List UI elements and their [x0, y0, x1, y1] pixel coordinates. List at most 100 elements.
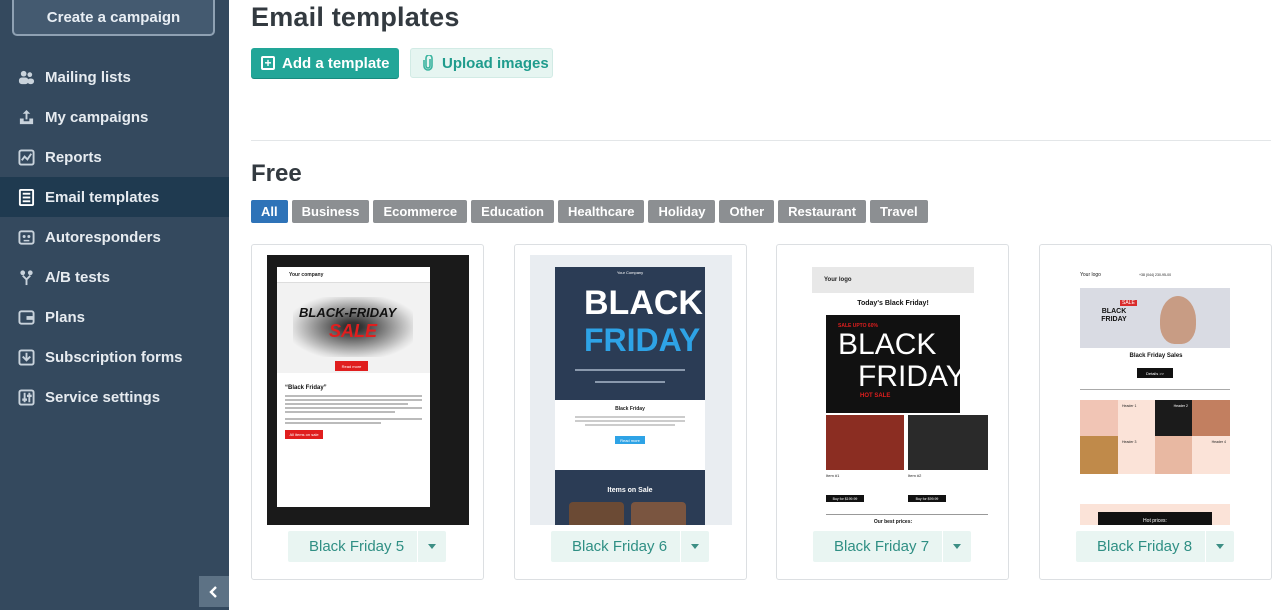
thumb-heading: Black Friday Sales	[1129, 353, 1183, 359]
thumb-hot: Hot prices:	[1098, 512, 1212, 525]
sidebar-item-label: Autoresponders	[45, 228, 161, 246]
thumb-subhead: “Black Friday”	[285, 385, 327, 391]
users-icon	[17, 68, 35, 86]
sidebar-item-label: Reports	[45, 148, 102, 166]
template-card: Your company BLACK-FRIDAY SALE Read more…	[251, 244, 484, 580]
thumb-header: Header 1	[1122, 404, 1137, 408]
chevron-down-icon[interactable]	[691, 544, 699, 549]
select-divider	[1205, 531, 1206, 562]
sidebar-item-email-templates[interactable]: Email templates	[0, 177, 229, 217]
sidebar-item-reports[interactable]: Reports	[0, 137, 229, 177]
form-icon	[17, 348, 35, 366]
plus-square-icon: +	[261, 56, 275, 70]
thumb-badge: BLACK FRIDAY	[1101, 308, 1127, 323]
filter-travel[interactable]: Travel	[870, 200, 928, 223]
thumb-badge: SALE	[1120, 300, 1137, 306]
thumb-buy: Buy for $199.99	[826, 495, 864, 502]
template-select[interactable]: Black Friday 5	[288, 531, 446, 562]
sidebar-item-my-campaigns[interactable]: My campaigns	[0, 97, 229, 137]
thumb-phone: +38 (044) 230-95-00	[1139, 273, 1172, 277]
template-name: Black Friday 6	[572, 538, 668, 555]
template-thumbnail[interactable]: Your company BLACK-FRIDAY SALE Read more…	[267, 255, 469, 525]
template-select[interactable]: Black Friday 8	[1076, 531, 1234, 562]
thumb-sale: SALE	[329, 321, 378, 341]
thumb-button: Read more	[335, 361, 368, 371]
sidebar-nav: Mailing lists My campaigns Reports Email…	[0, 57, 229, 417]
sidebar-item-subscription-forms[interactable]: Subscription forms	[0, 337, 229, 377]
select-divider	[942, 531, 943, 562]
thumb-header: Header 2	[1173, 404, 1188, 408]
create-campaign-button[interactable]: Create a campaign	[12, 0, 215, 36]
thumb-subhead: Black Friday	[615, 406, 645, 412]
send-icon	[17, 108, 35, 126]
filter-other[interactable]: Other	[719, 200, 775, 223]
sidebar-item-label: Email templates	[45, 188, 160, 206]
select-divider	[417, 531, 418, 562]
thumb-word2: FRIDAY	[858, 360, 966, 393]
filter-ecommerce[interactable]: Ecommerce	[373, 200, 468, 223]
paperclip-icon	[422, 55, 434, 71]
sidebar-item-label: My campaigns	[45, 108, 149, 126]
sidebar-item-autoresponders[interactable]: Autoresponders	[0, 217, 229, 257]
thumb-header: Header 4	[1211, 440, 1226, 444]
chevron-down-icon[interactable]	[1216, 544, 1224, 549]
thumb-company: Your company	[277, 267, 430, 283]
thumb-heading: Today's Black Friday!	[857, 300, 929, 307]
thumb-section: Items on Sale	[607, 487, 653, 494]
select-divider	[680, 531, 681, 562]
sidebar-item-ab-tests[interactable]: A/B tests	[0, 257, 229, 297]
section-title: Free	[251, 160, 302, 187]
sidebar-item-service-settings[interactable]: Service settings	[0, 377, 229, 417]
thumb-headline: BLACK-FRIDAY	[299, 305, 397, 320]
thumb-header: Header 3	[1122, 440, 1137, 444]
filter-restaurant[interactable]: Restaurant	[778, 200, 867, 223]
filter-education[interactable]: Education	[471, 200, 554, 223]
page-title: Email templates	[251, 2, 460, 32]
split-icon	[17, 268, 35, 286]
sidebar-item-plans[interactable]: Plans	[0, 297, 229, 337]
template-thumbnail[interactable]: Your logo +38 (044) 230-95-00 SALE BLACK…	[1055, 255, 1257, 525]
template-card: Your logo Today's Black Friday! SALE UPT…	[776, 244, 1009, 580]
sidebar-item-mailing-lists[interactable]: Mailing lists	[0, 57, 229, 97]
upload-images-label: Upload images	[442, 54, 549, 72]
sidebar-item-label: A/B tests	[45, 268, 111, 286]
chevron-left-icon	[209, 585, 217, 598]
sidebar-item-label: Service settings	[45, 388, 161, 406]
upload-images-button[interactable]: Upload images	[410, 48, 553, 78]
filter-business[interactable]: Business	[291, 200, 370, 223]
template-select[interactable]: Black Friday 6	[551, 531, 709, 562]
sidebar-item-label: Mailing lists	[45, 68, 131, 86]
chevron-down-icon[interactable]	[428, 544, 436, 549]
template-thumbnail[interactable]: Your logo Today's Black Friday! SALE UPT…	[792, 255, 994, 525]
thumb-item: Item #1	[826, 473, 840, 478]
wallet-icon	[17, 308, 35, 326]
thumb-best: Our best prices:	[873, 519, 913, 525]
sidebar-item-label: Subscription forms	[45, 348, 183, 366]
chevron-down-icon[interactable]	[953, 544, 961, 549]
template-card: Your Company BLACK FRIDAY Black Friday R…	[514, 244, 747, 580]
filter-all[interactable]: All	[251, 200, 288, 223]
template-card: Your logo +38 (044) 230-95-00 SALE BLACK…	[1039, 244, 1272, 580]
filter-holiday[interactable]: Holiday	[648, 200, 716, 223]
template-icon	[17, 188, 35, 206]
collapse-sidebar-button[interactable]	[199, 576, 229, 607]
thumb-word2: FRIDAY	[584, 322, 701, 358]
thumb-word1: BLACK	[838, 328, 937, 361]
chart-icon	[17, 148, 35, 166]
template-thumbnail[interactable]: Your Company BLACK FRIDAY Black Friday R…	[530, 255, 732, 525]
thumb-word1: BLACK	[584, 284, 703, 322]
sliders-icon	[17, 388, 35, 406]
thumb-company: Your Company	[616, 269, 644, 275]
template-select[interactable]: Black Friday 7	[813, 531, 971, 562]
thumb-button: Details >>	[1137, 368, 1173, 378]
thumb-logo: Your logo	[812, 267, 974, 293]
template-name: Black Friday 8	[1097, 538, 1193, 555]
thumb-item: Item #2	[908, 473, 922, 478]
thumb-logo: Your logo	[1080, 272, 1101, 278]
add-template-button[interactable]: + Add a template	[251, 48, 399, 78]
main-content: Email templates + Add a template Upload …	[229, 0, 1280, 610]
sidebar-item-label: Plans	[45, 308, 86, 326]
filter-healthcare[interactable]: Healthcare	[558, 200, 645, 223]
template-name: Black Friday 7	[834, 538, 930, 555]
divider	[251, 140, 1271, 141]
